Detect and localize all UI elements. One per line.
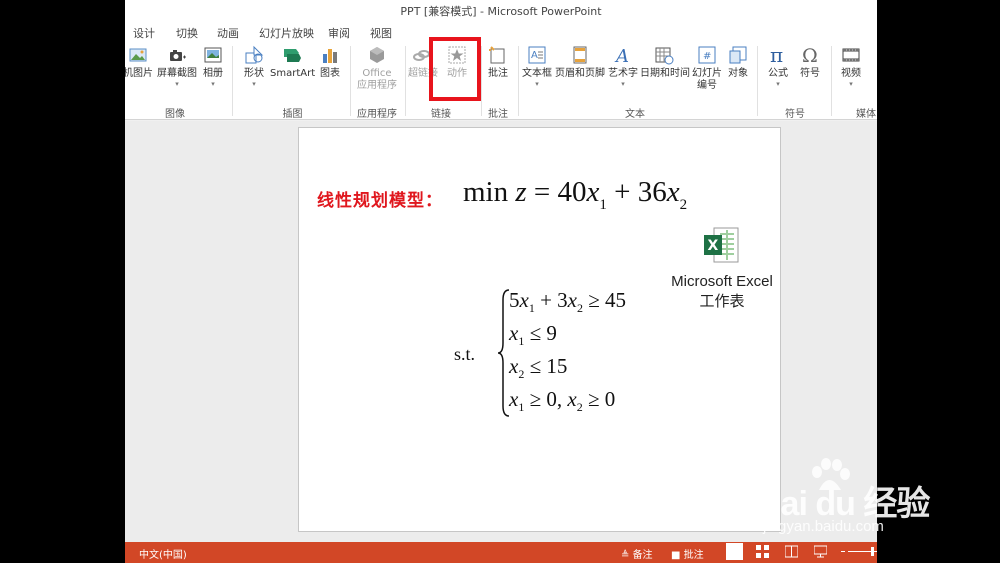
svg-text:π: π bbox=[770, 45, 783, 65]
video-button[interactable]: 视频 ▾ bbox=[837, 45, 865, 88]
tab-animations[interactable]: 动画 bbox=[217, 25, 239, 41]
chevron-down-icon: ▾ bbox=[849, 80, 853, 88]
model-label: 线性规划模型： bbox=[317, 191, 443, 211]
chevron-down-icon: ▾ bbox=[776, 80, 780, 88]
slide-canvas[interactable]: 线性规划模型： min z = 40x1 + 36x2 X Microsoft … bbox=[298, 127, 781, 532]
comment-icon bbox=[489, 46, 505, 64]
tab-view[interactable]: 视图 bbox=[370, 25, 392, 41]
comments-button[interactable]: ■ 批注 bbox=[671, 546, 704, 561]
group-separator bbox=[405, 46, 406, 116]
chevron-down-icon: ▾ bbox=[535, 80, 539, 88]
header-footer-button[interactable]: 页眉和页脚 bbox=[555, 45, 605, 80]
group-symbols-label: 符号 bbox=[785, 109, 805, 120]
language-indicator[interactable]: 中文(中国) bbox=[139, 546, 187, 561]
group-media-label: 媒体 bbox=[856, 109, 876, 120]
shapes-icon bbox=[245, 45, 264, 64]
symbol-button[interactable]: Ω 符号 bbox=[797, 45, 823, 80]
window-title: PPT [兼容模式] - Microsoft PowerPoint bbox=[400, 5, 602, 18]
objective-function[interactable]: min z = 40x1 + 36x2 bbox=[463, 176, 687, 214]
object-icon bbox=[729, 46, 747, 64]
group-separator bbox=[350, 46, 351, 116]
chevron-down-icon: ▾ bbox=[211, 80, 215, 88]
action-highlight-box bbox=[429, 37, 481, 101]
ribbon: 机图片 屏幕截图 ▾ 相册 ▾ 图像 形状 ▾ SmartArt 图表 插图 O… bbox=[125, 42, 877, 120]
wordart-button[interactable]: A 艺术字 ▾ bbox=[608, 45, 638, 88]
excel-object-name: Microsoft Excel bbox=[671, 273, 773, 290]
svg-text:#: # bbox=[703, 51, 711, 62]
notes-icon: ≜ bbox=[621, 550, 633, 561]
subject-to-label: s.t. bbox=[454, 344, 476, 364]
chevron-down-icon: ▾ bbox=[175, 80, 179, 88]
constraint-2[interactable]: x1 ≤ 9 bbox=[509, 321, 557, 349]
camera-icon bbox=[170, 50, 186, 61]
textbox-icon: A bbox=[528, 46, 546, 64]
svg-text:Ω: Ω bbox=[802, 45, 818, 65]
baidu-watermark: Bai du 经验 jingyan.baidu.com bbox=[757, 458, 957, 548]
notes-button[interactable]: ≜ 备注 bbox=[621, 546, 653, 561]
screenshot-button[interactable]: 屏幕截图 ▾ bbox=[157, 45, 197, 88]
excel-object-type: 工作表 bbox=[699, 293, 745, 310]
office-apps-button[interactable]: Office 应用程序 bbox=[353, 45, 401, 92]
constraint-1[interactable]: 5x1 + 3x2 ≥ 45 bbox=[509, 288, 626, 316]
chevron-down-icon: ▾ bbox=[621, 80, 625, 88]
group-separator bbox=[757, 46, 758, 116]
header-footer-icon bbox=[573, 46, 587, 64]
excel-icon: X bbox=[704, 227, 739, 263]
pi-icon: π bbox=[770, 45, 783, 65]
shapes-button[interactable]: 形状 ▾ bbox=[240, 45, 268, 88]
group-illustrations-label: 插图 bbox=[282, 109, 303, 120]
group-separator bbox=[481, 46, 482, 116]
photo-album-button[interactable]: 相册 ▾ bbox=[201, 45, 225, 88]
object-button[interactable]: 对象 bbox=[725, 45, 751, 80]
comment-button[interactable]: 批注 bbox=[484, 45, 512, 80]
tab-review[interactable]: 审阅 bbox=[328, 25, 350, 41]
group-text-label: 文本 bbox=[625, 109, 645, 120]
office-apps-icon bbox=[370, 47, 384, 63]
smartart-button[interactable]: SmartArt bbox=[270, 45, 315, 80]
picture-icon bbox=[129, 48, 147, 62]
constraint-4[interactable]: x1 ≥ 0, x2 ≥ 0 bbox=[509, 387, 615, 415]
group-separator bbox=[232, 46, 233, 116]
calendar-icon bbox=[655, 47, 674, 65]
chart-button[interactable]: 图表 bbox=[317, 45, 343, 80]
watermark-url: jingyan.baidu.com bbox=[763, 518, 884, 535]
group-images-label: 图像 bbox=[165, 109, 185, 120]
bar-chart-icon bbox=[323, 49, 337, 63]
group-apps-label: 应用程序 bbox=[357, 109, 397, 120]
online-images-button[interactable]: 机图片 bbox=[125, 45, 155, 80]
link-icon bbox=[413, 50, 430, 61]
tab-design[interactable]: 设计 bbox=[133, 25, 155, 41]
equation-button[interactable]: π 公式 ▾ bbox=[765, 45, 791, 88]
group-separator bbox=[518, 46, 519, 116]
svg-text:A: A bbox=[531, 50, 538, 61]
group-separator bbox=[831, 46, 832, 116]
group-links-label: 链接 bbox=[431, 109, 451, 120]
textbox-button[interactable]: A 文本框 ▾ bbox=[522, 45, 552, 88]
constraint-3[interactable]: x2 ≤ 15 bbox=[509, 354, 567, 382]
svg-text:X: X bbox=[708, 238, 719, 254]
tab-transitions[interactable]: 切换 bbox=[176, 25, 198, 41]
chevron-down-icon: ▾ bbox=[252, 80, 256, 88]
slide-number-button[interactable]: # 幻灯片 编号 bbox=[691, 45, 723, 92]
datetime-button[interactable]: 日期和时间 bbox=[640, 45, 690, 80]
tab-slideshow[interactable]: 幻灯片放映 bbox=[259, 25, 314, 41]
smartart-icon bbox=[284, 49, 301, 62]
wordart-icon: A bbox=[614, 46, 629, 65]
ribbon-tabs: 设计 切换 动画 幻灯片放映 审阅 视图 bbox=[125, 20, 877, 42]
comment-icon: ■ bbox=[671, 550, 684, 561]
normal-view-button[interactable] bbox=[726, 543, 743, 560]
film-icon bbox=[842, 48, 860, 62]
title-bar: PPT [兼容模式] - Microsoft PowerPoint bbox=[125, 0, 877, 20]
excel-embedded-object[interactable]: X Microsoft Excel 工作表 bbox=[664, 226, 780, 312]
slide-number-icon: # bbox=[698, 46, 716, 64]
svg-text:A: A bbox=[614, 46, 629, 65]
group-comments-label: 批注 bbox=[488, 109, 508, 120]
omega-icon: Ω bbox=[802, 45, 818, 65]
album-icon bbox=[204, 47, 222, 63]
